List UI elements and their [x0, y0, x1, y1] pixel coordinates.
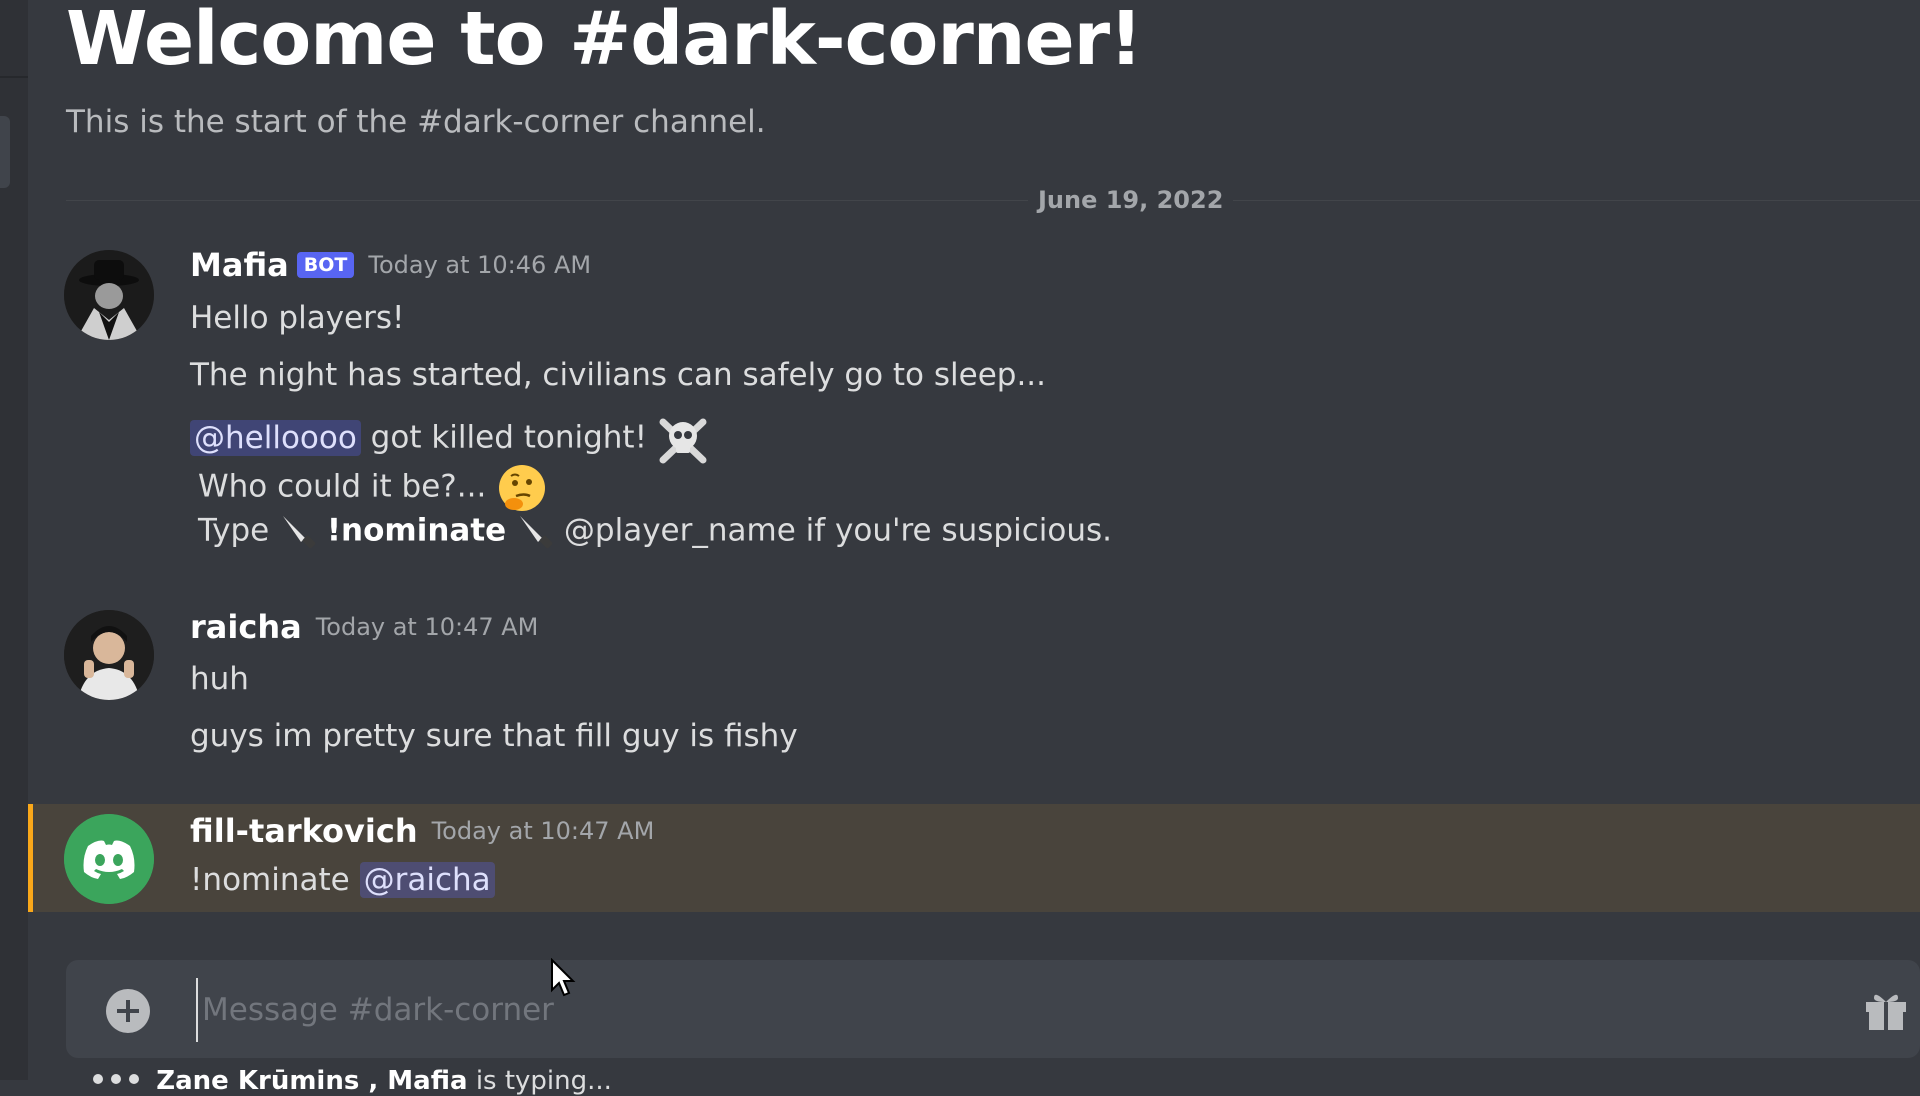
message-input[interactable] [196, 978, 1704, 1042]
username[interactable]: Mafia [190, 246, 289, 284]
channel-welcome-title: Welcome to #dark-corner! [66, 0, 1143, 82]
typing-indicator: Zane Krūmins , Mafia is typing... [88, 1066, 612, 1096]
gift-icon[interactable] [1860, 982, 1912, 1034]
timestamp[interactable]: Today at 10:46 AM [368, 251, 591, 279]
typing-suffix: is typing... [475, 1066, 612, 1096]
message-composer [66, 960, 1920, 1058]
message-text: Who could it be?... [198, 468, 487, 505]
message-line: @helloooo got killed tonight! [190, 414, 709, 464]
sidebar-scroll-pill[interactable] [0, 116, 10, 188]
message-line: guys im pretty sure that fill guy is fis… [190, 718, 798, 754]
message-header: Mafia BOT Today at 10:46 AM [190, 246, 591, 284]
message-line: Hello players! [190, 300, 405, 336]
knife-icon [520, 516, 553, 549]
message-line: Who could it be?... [198, 462, 548, 514]
avatar[interactable] [64, 814, 154, 904]
username[interactable]: fill-tarkovich [190, 812, 418, 850]
date-divider-label: June 19, 2022 [1028, 186, 1234, 214]
user-mention[interactable]: @helloooo [190, 419, 361, 456]
timestamp[interactable]: Today at 10:47 AM [432, 817, 655, 845]
knife-icon [283, 516, 316, 549]
command-text: !nominate [326, 512, 507, 549]
thinking-face-icon [499, 465, 546, 511]
server-sidebar-edge [0, 0, 28, 1080]
typing-names: Zane Krūmins , Mafia [156, 1066, 468, 1096]
mouse-cursor-icon [551, 958, 576, 997]
discord-logo-icon [64, 814, 154, 904]
message-line: huh [190, 661, 249, 697]
bot-badge: BOT [296, 252, 355, 278]
message-text: Type [198, 512, 270, 549]
timestamp[interactable]: Today at 10:47 AM [316, 613, 539, 641]
date-divider-line [66, 200, 1920, 201]
message-text: !nominate [190, 862, 350, 898]
message-line: Type !nominate @player_name if you're su… [198, 512, 1112, 552]
skull-crossbones-icon [659, 418, 707, 464]
avatar[interactable] [64, 610, 154, 700]
message-line: !nominate @raicha [190, 862, 495, 898]
message-text: @player_name if you're suspicious. [563, 512, 1112, 549]
plus-circle-icon[interactable] [106, 989, 150, 1033]
mafia-fedora-avatar-icon [64, 250, 154, 340]
sidebar-divider [0, 76, 28, 78]
message-text: got killed tonight! [370, 419, 648, 456]
typing-dots-icon [93, 1074, 139, 1084]
raicha-photo-avatar-icon [64, 610, 154, 700]
message-header: fill-tarkovich Today at 10:47 AM [190, 812, 654, 850]
user-mention[interactable]: @raicha [359, 862, 495, 898]
message-header: raicha Today at 10:47 AM [190, 608, 538, 646]
channel-welcome-subtitle: This is the start of the #dark-corner ch… [66, 104, 766, 140]
chat-pane: Welcome to #dark-corner! This is the sta… [28, 0, 1920, 1096]
username[interactable]: raicha [190, 608, 302, 646]
message-line: The night has started, civilians can saf… [190, 357, 1047, 393]
avatar[interactable] [64, 250, 154, 340]
